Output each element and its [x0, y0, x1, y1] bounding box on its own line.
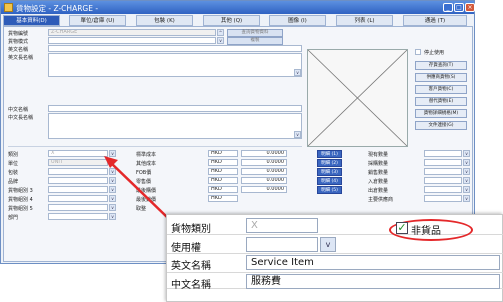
- callout-en-name-field[interactable]: Service Item: [246, 255, 500, 270]
- callout-usage-dropdown[interactable]: v: [320, 237, 336, 252]
- callout-en-name-label: 英文名稱: [171, 261, 211, 272]
- callout-cn-name-label: 中文名稱: [171, 280, 211, 291]
- callout-row-divider: [167, 253, 503, 254]
- non-goods-label: 非貨品: [411, 226, 441, 237]
- callout-category-label: 貨物類別: [171, 224, 211, 235]
- callout-usage-field[interactable]: [246, 237, 318, 252]
- callout-category-field[interactable]: X: [246, 218, 318, 233]
- non-goods-checkbox[interactable]: ✓: [396, 222, 408, 234]
- callout-cn-name-field[interactable]: 服務費: [246, 274, 500, 289]
- callout-row-divider: [167, 272, 503, 273]
- callout-usage-label: 使用權: [171, 243, 201, 254]
- zoomed-callout: 貨物類別 X 使用權 v 英文名稱 Service Item 中文名稱 服務費 …: [166, 214, 503, 302]
